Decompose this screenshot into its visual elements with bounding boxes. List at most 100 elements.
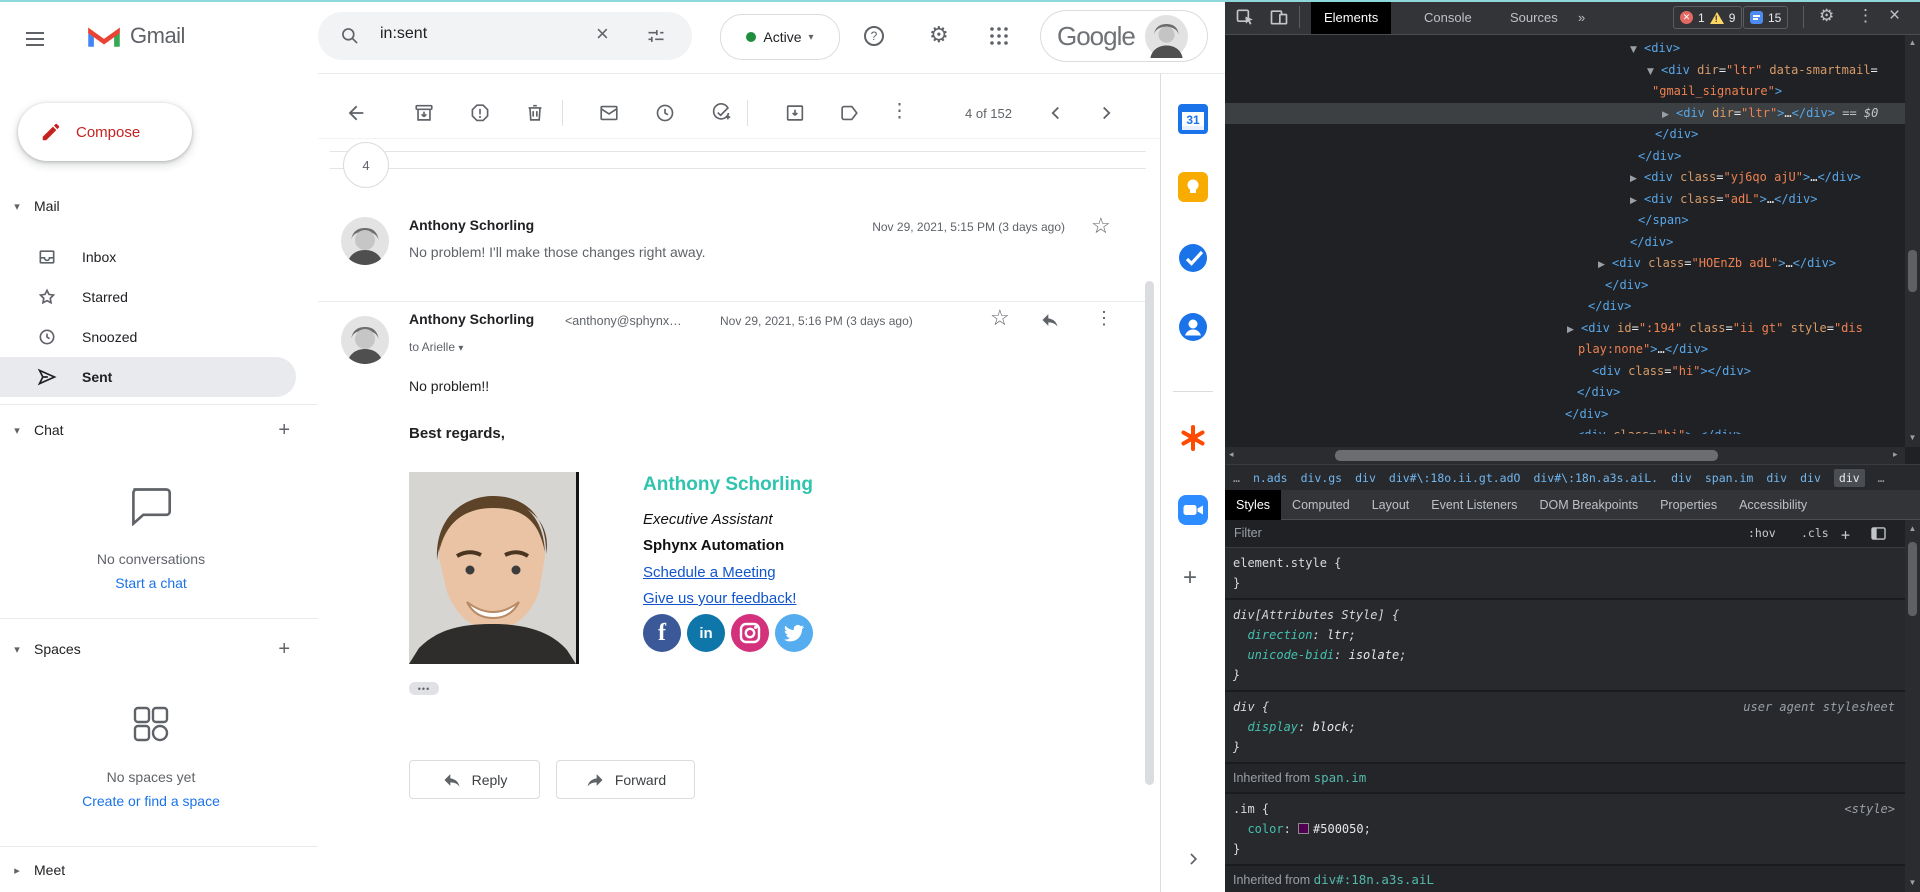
calendar-icon[interactable]: 31 — [1178, 104, 1208, 134]
spaces-section-header[interactable]: ▾ Spaces + — [0, 636, 318, 662]
dom-tree-row[interactable]: play:none">…</div> — [1225, 339, 1905, 361]
reply-button[interactable]: Reply — [409, 760, 540, 799]
styles-tab-computed[interactable]: Computed — [1281, 490, 1361, 520]
newer-email-icon[interactable] — [1045, 102, 1067, 124]
new-style-rule-icon[interactable]: + — [1841, 526, 1850, 544]
dom-tree-row[interactable]: ▶ <div id=":194" class="ii gt" style="dis — [1225, 318, 1905, 340]
collapse-caret-icon[interactable]: ▾ — [0, 643, 34, 656]
zapier-addon-icon[interactable] — [1178, 423, 1208, 453]
facebook-icon[interactable]: f — [643, 614, 681, 652]
delete-icon[interactable] — [524, 102, 546, 124]
breadcrumb-item[interactable]: div#\:18o.ii.gt.adO — [1389, 471, 1521, 485]
css-rule[interactable]: user agent stylesheet div { display: bloc… — [1225, 692, 1905, 762]
styles-tab-event-listeners[interactable]: Event Listeners — [1420, 490, 1528, 520]
styles-tab-layout[interactable]: Layout — [1361, 490, 1421, 520]
collapsed-message-count[interactable]: 4 — [343, 142, 389, 188]
tab-elements[interactable]: Elements — [1311, 0, 1392, 34]
dom-tree-row[interactable]: </div> — [1225, 404, 1905, 426]
breadcrumb-item[interactable]: … — [1878, 471, 1885, 485]
star-toggle-icon[interactable]: ☆ — [1091, 213, 1111, 239]
tab-console[interactable]: Console — [1411, 0, 1485, 34]
dom-tree-row[interactable]: <div class="hi">…</div> — [1225, 425, 1905, 434]
panel-collapse-icon[interactable] — [1183, 849, 1203, 869]
help-icon[interactable]: ? — [862, 24, 886, 48]
linkedin-icon[interactable]: in — [687, 614, 725, 652]
twitter-icon[interactable] — [775, 614, 813, 652]
rule-origin[interactable]: <style> — [1844, 799, 1895, 819]
inspect-element-icon[interactable] — [1235, 7, 1255, 27]
dom-tree-row[interactable]: </span> — [1225, 210, 1905, 232]
new-chat-plus-icon[interactable]: + — [278, 419, 290, 442]
css-property[interactable]: direction: ltr; — [1233, 625, 1897, 645]
keep-icon[interactable] — [1178, 172, 1208, 202]
schedule-meeting-link[interactable]: Schedule a Meeting — [643, 564, 776, 581]
start-chat-link[interactable]: Start a chat — [20, 575, 282, 591]
css-rule[interactable]: element.style {} — [1225, 548, 1905, 598]
thread-scrollbar[interactable] — [1145, 281, 1154, 785]
chat-section-header[interactable]: ▾ Chat + — [0, 417, 318, 443]
devtools-settings-icon[interactable]: ⚙ — [1819, 6, 1834, 26]
device-toolbar-icon[interactable] — [1269, 7, 1289, 27]
mail-section-header[interactable]: ▾ Mail — [0, 193, 318, 219]
breadcrumb-item[interactable]: div — [1766, 471, 1787, 485]
css-rule[interactable]: <style> .im { color: #500050;} — [1225, 794, 1905, 864]
clear-search-icon[interactable]: × — [596, 21, 609, 47]
dom-tree-row[interactable]: ▼ <div> — [1225, 38, 1905, 60]
forward-button[interactable]: Forward — [556, 760, 695, 799]
error-warning-badge[interactable]: ✕ 1 ! 9 — [1673, 6, 1743, 29]
sidebar-item-inbox[interactable]: Inbox — [0, 237, 296, 277]
dom-tree-row[interactable]: </div> — [1225, 232, 1905, 254]
dom-tree-row[interactable]: "gmail_signature"> — [1225, 81, 1905, 103]
breadcrumb-item[interactable]: n.ads — [1253, 471, 1288, 485]
archive-icon[interactable] — [413, 102, 435, 124]
sidebar-item-snoozed[interactable]: Snoozed — [0, 317, 296, 357]
back-icon[interactable] — [345, 102, 367, 124]
message-snippet[interactable]: No problem! I'll make those changes righ… — [409, 244, 706, 260]
breadcrumb-item[interactable]: div — [1355, 471, 1376, 485]
css-property[interactable]: color: #500050; — [1233, 819, 1897, 839]
compose-button[interactable]: Compose — [18, 103, 192, 161]
status-selector[interactable]: Active ▾ — [720, 14, 840, 60]
snooze-icon[interactable] — [654, 102, 676, 124]
dom-tree-row[interactable]: </div> — [1225, 382, 1905, 404]
inherited-node-link[interactable]: span.im — [1314, 770, 1367, 785]
tab-sources[interactable]: Sources — [1497, 0, 1571, 34]
styles-tab-styles[interactable]: Styles — [1225, 490, 1282, 520]
search-input[interactable]: in:sent — [380, 25, 427, 43]
styles-filter-input[interactable]: Filter — [1234, 526, 1262, 540]
older-email-icon[interactable] — [1095, 102, 1117, 124]
css-property[interactable]: unicode-bidi: isolate; — [1233, 645, 1897, 665]
breadcrumb-item[interactable]: span.im — [1705, 471, 1753, 485]
styles-tab-properties[interactable]: Properties — [1649, 490, 1728, 520]
dom-tree-row[interactable]: </div> — [1225, 146, 1905, 168]
message-sender[interactable]: Anthony Schorling — [409, 311, 534, 327]
sidebar-item-sent[interactable]: Sent — [0, 357, 296, 397]
class-toggle[interactable]: .cls — [1801, 526, 1829, 540]
feedback-link[interactable]: Give us your feedback! — [643, 590, 796, 607]
issues-badge[interactable]: 15 — [1743, 6, 1789, 29]
show-trimmed-content-button[interactable]: ••• — [409, 682, 439, 695]
styles-tab-dom-breakpoints[interactable]: DOM Breakpoints — [1528, 490, 1649, 520]
message-more-icon[interactable]: ⋮ — [1095, 308, 1113, 329]
more-tabs-icon[interactable]: » — [1565, 0, 1598, 34]
breadcrumb-item[interactable]: div.gs — [1301, 471, 1343, 485]
new-space-plus-icon[interactable]: + — [278, 638, 290, 661]
google-account-pill[interactable]: Google — [1040, 10, 1208, 62]
css-rule[interactable]: div[Attributes Style] { direction: ltr; … — [1225, 600, 1905, 690]
sender-avatar[interactable] — [341, 316, 389, 364]
sender-avatar[interactable] — [341, 217, 389, 265]
recipient-line[interactable]: to Arielle ▾ — [409, 340, 463, 354]
search-bar[interactable]: in:sent × — [318, 12, 692, 60]
breadcrumb-item[interactable]: div — [1671, 471, 1692, 485]
collapse-caret-icon[interactable]: ▾ — [0, 424, 34, 437]
star-toggle-icon[interactable]: ☆ — [990, 305, 1010, 331]
dom-tree-row[interactable]: <div class="hi"></div> — [1225, 361, 1905, 383]
contacts-icon[interactable] — [1178, 312, 1208, 342]
search-icon[interactable] — [340, 26, 360, 46]
breadcrumb-item[interactable]: div — [1833, 468, 1865, 487]
more-options-icon[interactable]: ⋮ — [890, 100, 909, 123]
zoom-addon-icon[interactable] — [1178, 495, 1208, 525]
dom-tree-hscrollbar[interactable]: ◂ ▸ — [1225, 447, 1905, 464]
mark-unread-icon[interactable] — [598, 102, 620, 124]
message-sender[interactable]: Anthony Schorling — [409, 217, 534, 233]
